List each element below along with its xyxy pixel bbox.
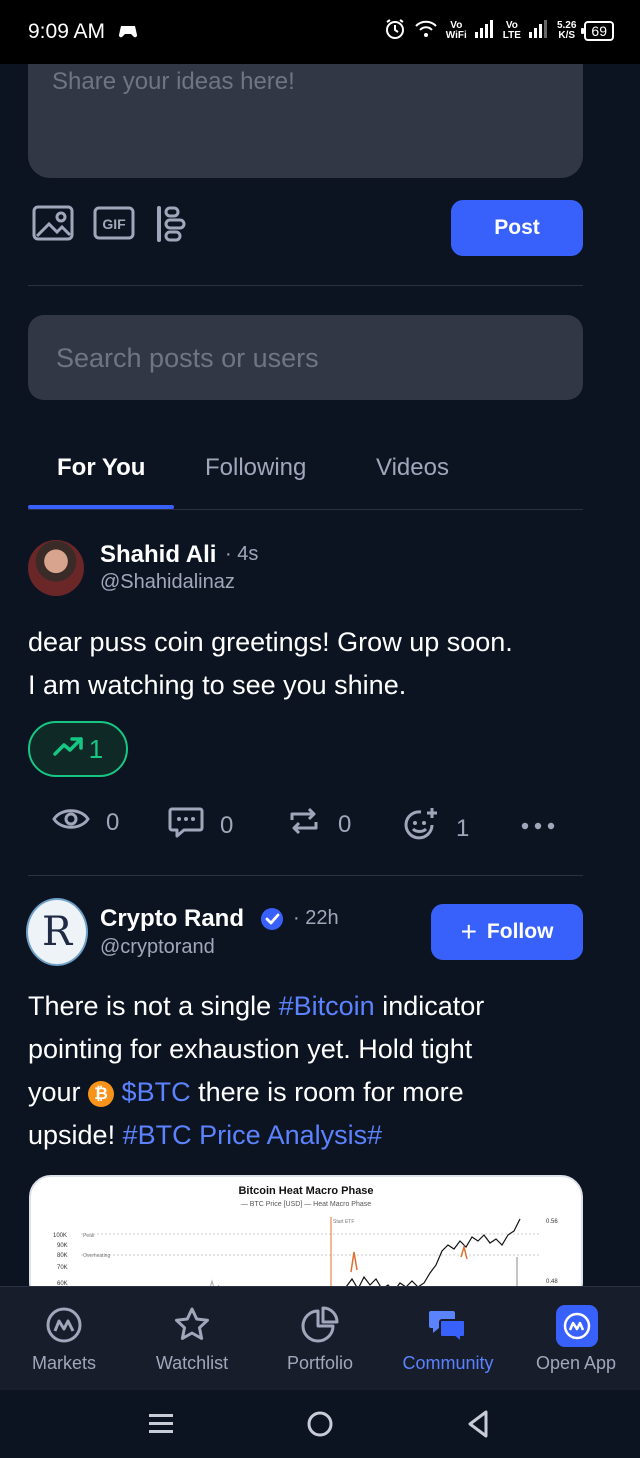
repost-icon: [286, 806, 322, 843]
trending-up-icon: [53, 734, 83, 765]
post-text-line: There is not a single #Bitcoin indicator: [28, 991, 485, 1021]
back-icon[interactable]: [466, 1409, 490, 1444]
verified-badge-icon: [259, 906, 285, 937]
bottom-navigation: Markets Watchlist Portfolio Community Op…: [0, 1286, 640, 1390]
reposts-count: 0: [338, 810, 352, 838]
comment-icon: [168, 806, 204, 845]
nav-watchlist[interactable]: Watchlist: [128, 1287, 256, 1391]
nav-label: Watchlist: [155, 1353, 229, 1373]
tab-videos[interactable]: Videos: [376, 454, 449, 482]
avatar[interactable]: R: [26, 898, 88, 966]
signal-icon: [474, 20, 495, 41]
ticker-link[interactable]: $BTC: [122, 1077, 191, 1107]
post-divider: [28, 875, 583, 876]
chart-image-ylabel: 80K: [57, 1253, 68, 1259]
alarm-icon: [384, 18, 406, 43]
chart-image-annotation: Overheating: [83, 1253, 110, 1259]
post-composer[interactable]: Share your ideas here!: [28, 64, 583, 178]
signal-icon-2: [528, 20, 549, 41]
post-author-handle[interactable]: @cryptorand: [100, 936, 215, 959]
reaction-button[interactable]: 1: [402, 806, 469, 851]
gif-label: GIF: [102, 216, 126, 232]
post-text-line: your ₿ $BTC there is room for more: [28, 1077, 464, 1107]
plus-icon: +: [460, 916, 477, 947]
wifi-icon: [414, 19, 438, 42]
status-bar: 9:09 AM Vo WiFi Vo LTE 5.26 K/S 69: [0, 0, 640, 64]
tabs-divider: [28, 509, 583, 510]
nav-open-app[interactable]: Open App: [512, 1287, 640, 1391]
eye-icon: [52, 806, 90, 839]
gif-icon[interactable]: GIF: [93, 206, 135, 245]
image-icon[interactable]: [32, 204, 74, 247]
comments-count: 0: [220, 811, 234, 839]
bullish-count: 1: [88, 733, 104, 764]
game-controller-icon: [118, 22, 138, 45]
post-text: There is not a single #Bitcoin indicator…: [28, 985, 484, 1157]
nav-community[interactable]: Community: [384, 1287, 512, 1391]
chart-image-right-label: 0.56: [546, 1219, 558, 1225]
chart-image-annotation: Peak: [83, 1233, 95, 1239]
network-speed: 5.26 K/S: [556, 19, 577, 41]
post-text-line: dear puss coin greetings! Grow up soon.: [28, 627, 513, 657]
tab-following[interactable]: Following: [205, 454, 306, 482]
search-placeholder: Search posts or users: [56, 343, 319, 373]
battery-indicator: 69: [581, 20, 614, 41]
recent-apps-icon[interactable]: [148, 1412, 174, 1441]
follow-label: Follow: [486, 920, 554, 943]
post-text-line: pointing for exhaustion yet. Hold tight: [28, 1034, 473, 1064]
search-input[interactable]: Search posts or users: [28, 315, 583, 400]
chat-bubbles-icon: [428, 1305, 468, 1345]
nav-label: Portfolio: [286, 1353, 354, 1373]
markets-icon: [44, 1305, 84, 1345]
avatar-letter: R: [41, 909, 73, 955]
star-icon: [172, 1305, 212, 1345]
chart-image-right-label: 0.48: [546, 1279, 558, 1285]
nav-label: Markets: [31, 1353, 96, 1373]
hashtag-link[interactable]: #Bitcoin: [279, 991, 375, 1021]
chart-image-ylabel: 90K: [57, 1243, 68, 1249]
more-options-icon[interactable]: [521, 810, 555, 836]
composer-placeholder: Share your ideas here!: [52, 68, 295, 95]
views-stat[interactable]: 0: [52, 806, 119, 839]
nav-label: Open App: [535, 1353, 617, 1373]
add-reaction-icon: [402, 806, 440, 851]
hashtag-link[interactable]: #BTC Price Analysis#: [123, 1120, 383, 1150]
post-author-name[interactable]: Shahid Ali: [100, 541, 216, 569]
nav-markets[interactable]: Markets: [0, 1287, 128, 1391]
follow-button[interactable]: + Follow: [431, 904, 583, 960]
chart-image-ylabel: 70K: [57, 1265, 68, 1271]
bitcoin-coin-icon: ₿: [88, 1081, 115, 1107]
post-author-handle[interactable]: @Shahidalinaz: [100, 571, 235, 594]
post-time: · 4s: [225, 543, 259, 565]
system-navigation-bar: [0, 1390, 640, 1458]
app-logo-icon: [556, 1305, 598, 1347]
status-time: 9:09 AM: [28, 20, 106, 43]
post-time: · 22h: [293, 907, 339, 929]
post-text-line: I am watching to see you shine.: [28, 670, 407, 700]
chart-image-annotation: Start ETF: [333, 1219, 354, 1225]
post-author-name[interactable]: Crypto Rand: [100, 905, 244, 933]
views-count: 0: [106, 808, 120, 836]
reactions-count: 1: [456, 814, 470, 842]
comments-button[interactable]: 0: [168, 806, 233, 845]
chart-image-ylabel: 100K: [53, 1233, 67, 1239]
wifi-label: Vo WiFi: [445, 19, 467, 41]
post-text-line: upside! #BTC Price Analysis#: [28, 1120, 383, 1150]
repost-button[interactable]: 0: [286, 806, 351, 843]
divider: [28, 285, 583, 286]
bullish-vote-button[interactable]: 1: [28, 721, 128, 777]
post-text: dear puss coin greetings! Grow up soon. …: [28, 621, 513, 707]
lte-label: Vo LTE: [502, 19, 521, 41]
nav-portfolio[interactable]: Portfolio: [256, 1287, 384, 1391]
avatar[interactable]: [28, 540, 84, 596]
nav-label: Community: [402, 1353, 494, 1373]
post-button[interactable]: Post: [451, 200, 583, 256]
tab-for-you[interactable]: For You: [57, 454, 145, 482]
pie-chart-icon: [300, 1305, 340, 1345]
home-icon[interactable]: [306, 1410, 334, 1443]
poll-icon[interactable]: [155, 204, 187, 249]
active-tab-indicator: [28, 505, 174, 509]
